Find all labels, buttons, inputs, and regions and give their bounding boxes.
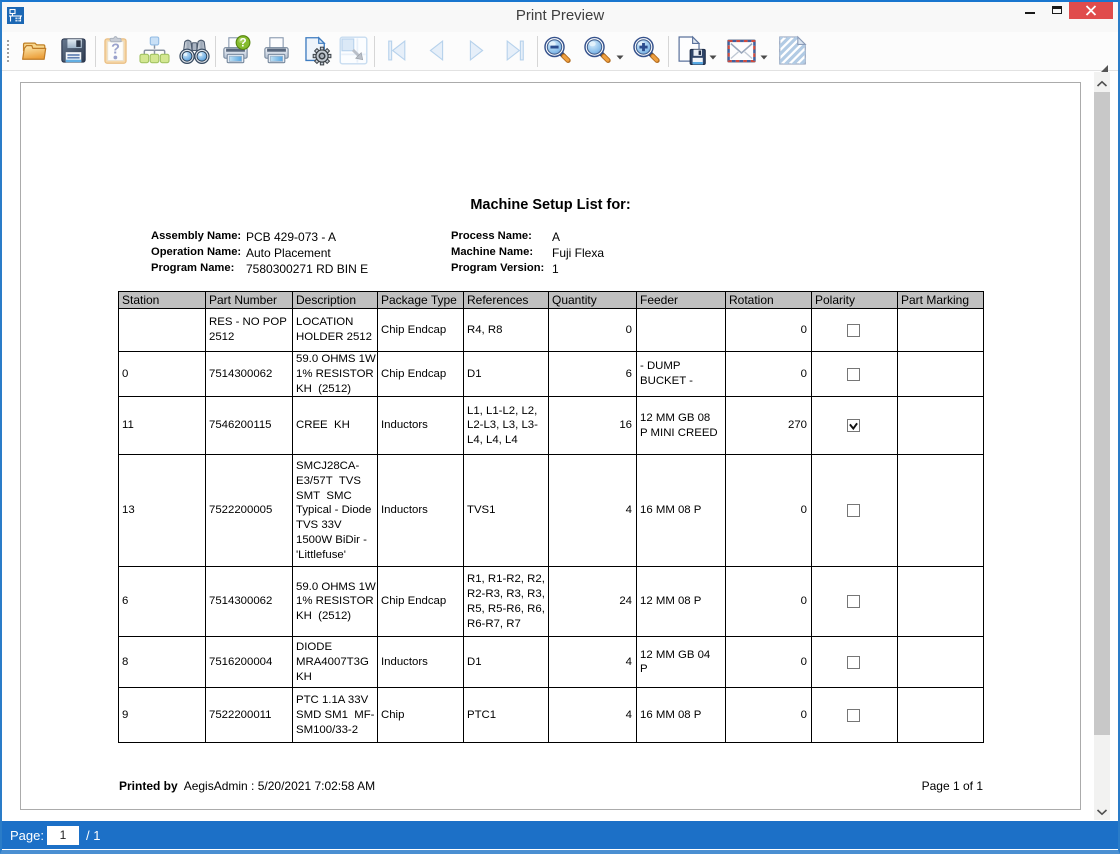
svg-text:?: ?	[239, 37, 246, 50]
svg-text:?: ?	[111, 41, 120, 57]
